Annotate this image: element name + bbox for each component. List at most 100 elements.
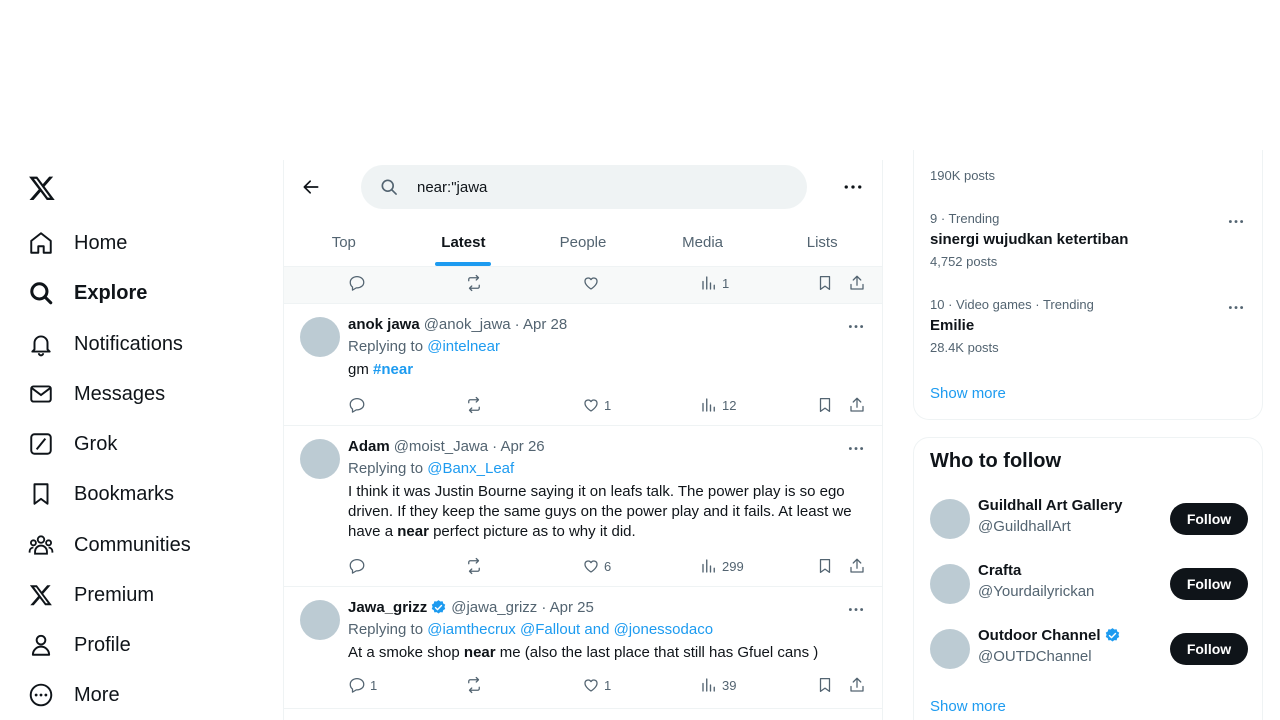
tweet-date[interactable]: · Apr 28 — [515, 316, 568, 333]
views-button[interactable]: 299 — [700, 556, 744, 576]
tab-top[interactable]: Top — [284, 218, 404, 266]
reply-icon — [349, 397, 365, 413]
follow-button[interactable]: Follow — [1170, 568, 1248, 600]
views-chart-icon — [702, 559, 715, 573]
trend-title[interactable]: Emilie — [930, 317, 974, 334]
follow-button[interactable]: Follow — [1170, 503, 1248, 535]
views-button[interactable]: 1 — [700, 273, 729, 293]
trend-more-button[interactable] — [1226, 299, 1246, 315]
tweet-author-handle[interactable]: @moist_Jawa — [394, 438, 488, 455]
trend-more-button[interactable] — [1226, 213, 1246, 229]
replying-to-label: Replying to — [348, 338, 424, 355]
repost-button[interactable] — [465, 273, 483, 293]
trend-title[interactable]: sinergi wujudkan ketertiban — [930, 231, 1128, 248]
share-button[interactable] — [848, 395, 866, 415]
account-name[interactable]: Guildhall Art Gallery — [978, 497, 1122, 514]
share-button[interactable] — [848, 273, 866, 293]
like-button[interactable]: 6 — [582, 556, 611, 576]
avatar[interactable] — [930, 499, 970, 539]
search-header: Top Latest People Media Lists — [284, 160, 882, 267]
tweet[interactable]: Adam @moist_Jawa · Apr 26 Replying to @B… — [284, 426, 882, 587]
tweet-date[interactable]: · Apr 25 — [541, 599, 594, 616]
avatar[interactable] — [300, 439, 340, 479]
views-count: 1 — [722, 275, 730, 291]
share-button[interactable] — [848, 556, 866, 576]
nav-grok[interactable]: Grok — [28, 429, 117, 459]
repost-icon — [468, 396, 480, 414]
reply-button[interactable] — [348, 395, 370, 415]
follow-suggestion[interactable]: Crafta @Yourdailyrickan Follow — [914, 554, 1264, 614]
nav-communities[interactable]: Communities — [28, 530, 191, 560]
views-button[interactable]: 12 — [700, 395, 736, 415]
search-more-button[interactable] — [840, 176, 866, 198]
hashtag-link[interactable]: #near — [373, 361, 413, 378]
account-name[interactable]: Crafta — [978, 562, 1021, 579]
tab-lists[interactable]: Lists — [762, 218, 882, 266]
like-button[interactable]: 1 — [582, 675, 611, 695]
tweet-more-button[interactable] — [846, 440, 866, 456]
reply-button[interactable] — [348, 273, 366, 293]
communities-icon — [28, 532, 54, 558]
tweet-author-name[interactable]: Jawa_grizz — [348, 599, 427, 616]
tweet-date[interactable]: · Apr 26 — [492, 438, 545, 455]
x-logo-icon[interactable] — [28, 174, 56, 202]
avatar[interactable] — [300, 317, 340, 357]
repost-button[interactable] — [465, 395, 483, 415]
tweet[interactable]: anok jawa @anok_jawa · Apr 28 Replying t… — [284, 304, 882, 426]
replying-to-link[interactable]: @iamthecrux @Fallout and @jonessodaco — [427, 621, 713, 638]
tab-media[interactable]: Media — [643, 218, 763, 266]
who-to-follow-show-more-link[interactable]: Show more — [930, 698, 1006, 715]
repost-button[interactable] — [465, 556, 483, 576]
repost-button[interactable] — [465, 675, 483, 695]
tweet-author-name[interactable]: Adam — [348, 438, 390, 455]
nav-explore[interactable]: Explore — [28, 278, 147, 308]
share-button[interactable] — [848, 675, 866, 695]
search-box[interactable] — [361, 165, 807, 209]
follow-suggestion[interactable]: Guildhall Art Gallery @GuildhallArt Foll… — [914, 489, 1264, 549]
more-horizontal-icon — [1228, 219, 1244, 223]
reply-button[interactable]: 1 — [348, 675, 377, 695]
account-handle[interactable]: @GuildhallArt — [978, 518, 1071, 535]
account-name[interactable]: Outdoor Channel — [978, 627, 1101, 644]
account-handle[interactable]: @Yourdailyrickan — [978, 583, 1094, 600]
tab-people[interactable]: People — [523, 218, 643, 266]
like-button[interactable]: 1 — [582, 395, 611, 415]
account-handle[interactable]: @OUTDChannel — [978, 648, 1092, 665]
bookmark-button[interactable] — [816, 675, 834, 695]
replying-to-link[interactable]: @Banx_Leaf — [427, 460, 514, 477]
avatar[interactable] — [930, 629, 970, 669]
bell-icon — [28, 331, 54, 357]
trend-post-count: 190K posts — [930, 168, 996, 183]
tweet-more-button[interactable] — [846, 601, 866, 617]
tweet-more-button[interactable] — [846, 318, 866, 334]
avatar[interactable] — [300, 600, 340, 640]
nav-bookmarks[interactable]: Bookmarks — [28, 479, 174, 509]
nav-messages[interactable]: Messages — [28, 379, 165, 409]
follow-button[interactable]: Follow — [1170, 633, 1248, 665]
tab-latest[interactable]: Latest — [404, 218, 524, 266]
reply-button[interactable] — [348, 556, 370, 576]
nav-bookmarks-label: Bookmarks — [74, 482, 175, 505]
nav-more[interactable]: More — [28, 680, 120, 710]
bookmark-button[interactable] — [816, 395, 834, 415]
follow-suggestion[interactable]: Outdoor Channel @OUTDChannel Follow — [914, 619, 1264, 679]
tweet[interactable]: Jawa_grizz @jawa_grizz · Apr 25 Replying… — [284, 587, 882, 709]
trends-show-more-link[interactable]: Show more — [930, 385, 1006, 402]
nav-profile[interactable]: Profile — [28, 630, 131, 660]
bookmark-button[interactable] — [816, 556, 834, 576]
nav-home[interactable]: Home — [28, 228, 127, 258]
search-input[interactable] — [417, 178, 777, 196]
bookmark-button[interactable] — [816, 273, 834, 293]
tweet-author-name[interactable]: anok jawa — [348, 316, 420, 333]
replying-to-link[interactable]: @intelnear — [427, 338, 500, 355]
avatar[interactable] — [930, 564, 970, 604]
back-button[interactable] — [298, 174, 324, 200]
trend-meta: 9 · Trending — [930, 211, 1000, 226]
like-button[interactable] — [582, 273, 600, 293]
nav-notifications[interactable]: Notifications — [28, 329, 183, 359]
views-button[interactable]: 39 — [700, 675, 736, 695]
tweet-author-handle[interactable]: @jawa_grizz — [451, 599, 537, 616]
tweet-author-handle[interactable]: @anok_jawa — [424, 316, 511, 333]
nav-premium[interactable]: Premium — [28, 580, 154, 610]
bookmark-icon — [819, 677, 831, 693]
